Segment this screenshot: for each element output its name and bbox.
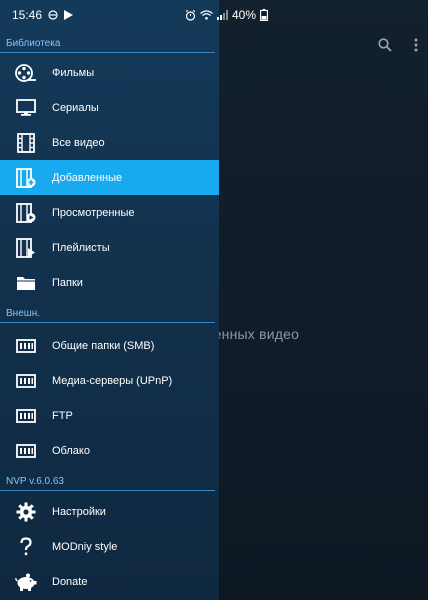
section-divider	[0, 52, 215, 53]
menu-item-label: Общие папки (SMB)	[52, 339, 155, 352]
status-time: 15:46	[12, 8, 43, 22]
network-drive-icon	[0, 373, 52, 388]
gear-icon	[0, 502, 52, 522]
section-title: Библиотека	[6, 37, 61, 49]
menu-item-label: Сериалы	[52, 101, 99, 114]
wifi-icon	[200, 10, 213, 20]
menu-item-label: Все видео	[52, 136, 105, 149]
film-strip-icon	[0, 132, 52, 153]
more-options-icon[interactable]	[414, 38, 418, 52]
battery-percent: 40%	[231, 8, 256, 22]
menu-item-label: Папки	[52, 276, 83, 289]
signal-icon	[216, 10, 228, 20]
folder-icon	[0, 275, 52, 291]
menu-item-watched[interactable]: Просмотренные	[0, 195, 219, 230]
question-mark-icon	[0, 536, 52, 557]
menu-item-label: Фильмы	[52, 66, 95, 79]
menu-item-donate[interactable]: Donate	[0, 564, 219, 599]
menu-item-added[interactable]: Добавленные	[0, 160, 219, 195]
film-reel-icon	[0, 63, 52, 83]
menu-item-label: Просмотренные	[52, 206, 135, 219]
alarm-icon	[185, 9, 196, 21]
navigation-drawer: Библиотека Фильмы Сериалы Все видео Доба…	[0, 0, 219, 600]
menu-item-settings[interactable]: Настройки	[0, 494, 219, 529]
menu-item-ftp[interactable]: FTP	[0, 398, 219, 433]
section-divider	[0, 322, 215, 323]
search-icon[interactable]	[378, 38, 392, 52]
piggy-bank-icon	[0, 573, 52, 591]
section-header-external: Внешн.	[0, 303, 219, 323]
menu-item-label: Donate	[52, 575, 88, 588]
tv-monitor-icon	[0, 98, 52, 117]
status-bar: 15:46 40%	[0, 0, 428, 30]
section-divider	[0, 490, 215, 491]
menu-item-label: FTP	[52, 409, 73, 422]
menu-item-label: Плейлисты	[52, 241, 110, 254]
film-add-icon	[0, 167, 52, 188]
menu-item-label: Облако	[52, 444, 90, 457]
app-toolbar	[378, 38, 418, 52]
section-title: Внешн.	[6, 307, 41, 319]
network-drive-icon	[0, 408, 52, 423]
menu-item-folders[interactable]: Папки	[0, 265, 219, 300]
section-header-library: Библиотека	[0, 33, 219, 53]
battery-icon	[260, 9, 268, 21]
section-header-version: NVP v.6.0.63	[0, 471, 219, 491]
section-title: NVP v.6.0.63	[6, 475, 64, 487]
menu-item-playlists[interactable]: Плейлисты	[0, 230, 219, 265]
play-icon	[64, 10, 74, 20]
menu-item-smb[interactable]: Общие папки (SMB)	[0, 328, 219, 363]
network-drive-icon	[0, 338, 52, 353]
menu-item-modniy-style[interactable]: MODniy style	[0, 529, 219, 564]
menu-item-upnp[interactable]: Медиа-серверы (UPnP)	[0, 363, 219, 398]
menu-item-label: Добавленные	[52, 171, 123, 184]
network-drive-icon	[0, 443, 52, 458]
menu-item-all-videos[interactable]: Все видео	[0, 125, 219, 160]
menu-item-series[interactable]: Сериалы	[0, 90, 219, 125]
menu-item-label: MODniy style	[52, 540, 118, 553]
menu-item-label: Настройки	[52, 505, 106, 518]
film-watched-icon	[0, 202, 52, 223]
sync-icon	[48, 10, 58, 20]
menu-item-label: Медиа-серверы (UPnP)	[52, 374, 173, 387]
menu-item-cloud[interactable]: Облако	[0, 433, 219, 468]
menu-item-movies[interactable]: Фильмы	[0, 55, 219, 90]
playlist-icon	[0, 237, 52, 258]
